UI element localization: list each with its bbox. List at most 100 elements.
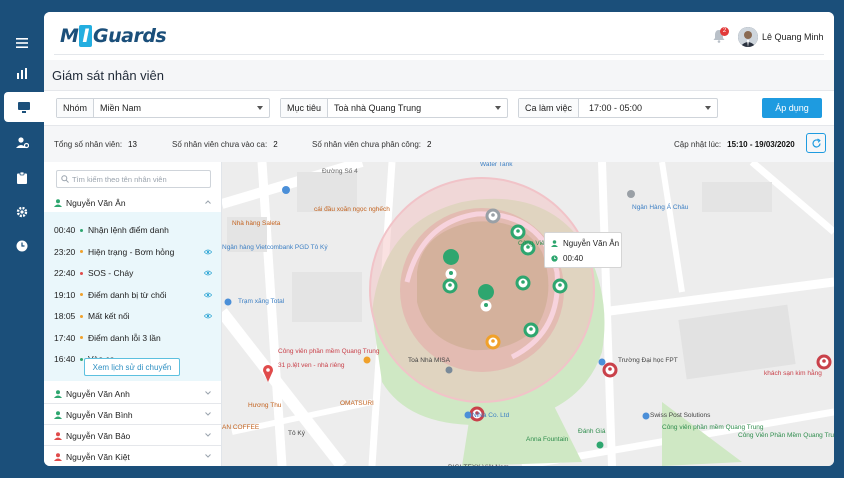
chevron-down-icon[interactable]: [205, 411, 211, 417]
timeline-event[interactable]: 23:20 Hiện trạng - Bơm hỏng: [54, 244, 214, 260]
person-icon: [54, 410, 62, 419]
notification-badge: 2: [720, 27, 729, 36]
timeline-event[interactable]: 18:05 Mất kết nối: [54, 308, 214, 324]
monitor-icon[interactable]: [4, 92, 44, 122]
status-dot: [80, 314, 83, 318]
avatar[interactable]: [738, 27, 758, 47]
employee-row[interactable]: Nguyễn Văn Kiệt: [44, 447, 221, 466]
group-select[interactable]: Nhóm Miền Nam: [56, 98, 270, 118]
map-label: Toà Nhà MISA: [408, 357, 450, 364]
employee-marker[interactable]: [552, 278, 568, 294]
status-dot: [80, 357, 83, 361]
gear-icon[interactable]: [0, 197, 44, 227]
map-label: Ngân Hàng Á Châu: [632, 204, 689, 211]
target-value: Toà nhà Quang Trung: [334, 103, 422, 113]
person-icon: [54, 431, 62, 440]
refresh-button[interactable]: [806, 133, 826, 153]
status-dot: [80, 271, 83, 275]
employee-marker[interactable]: [523, 322, 539, 338]
map-label: Hương Thu: [248, 402, 282, 409]
stat-not-in: Số nhân viên chưa vào ca: 2: [172, 140, 278, 149]
employee-row[interactable]: Nguyễn Văn Anh: [44, 384, 221, 404]
employee-row[interactable]: Nguyễn Văn Bình: [44, 405, 221, 425]
timeline-event[interactable]: 22:40 SOS - Cháy: [54, 265, 214, 281]
map-label: Công viên phần mềm Quang Trung: [278, 348, 380, 355]
employee-marker[interactable]: [510, 224, 526, 240]
user-name[interactable]: Lê Quang Minh: [762, 32, 824, 42]
employee-marker[interactable]: [816, 354, 832, 370]
map-label: Trường Đại học FPT: [618, 357, 678, 364]
employee-marker[interactable]: [442, 278, 458, 294]
chevron-down-icon[interactable]: [205, 432, 211, 438]
map-tooltip: Nguyễn Văn Ân 00:40: [544, 232, 622, 268]
app-logo[interactable]: M I Guards: [60, 25, 167, 47]
chevron-down-icon[interactable]: [205, 453, 211, 459]
event-time: 19:10: [54, 289, 76, 300]
map-label: khách sạn kim hằng: [764, 370, 822, 377]
eye-icon[interactable]: [204, 249, 212, 255]
event-time: 00:40: [54, 225, 76, 235]
stat-total-label: Tổng số nhân viên:: [54, 140, 123, 149]
employee-row-expanded[interactable]: Nguyễn Văn Ân: [44, 193, 221, 213]
tooltip-name: Nguyễn Văn Ân: [563, 239, 620, 248]
chevron-down-icon[interactable]: [205, 390, 211, 396]
person-icon: [54, 389, 62, 398]
employee-marker[interactable]: [485, 208, 501, 224]
eye-icon[interactable]: [204, 313, 212, 319]
apply-button[interactable]: Áp dụng: [762, 98, 822, 118]
eye-icon[interactable]: [204, 292, 212, 298]
divider: [54, 54, 824, 55]
search-input[interactable]: Tìm kiếm theo tên nhân viên: [56, 170, 211, 188]
main-card: M I Guards 2 Lê Quang Minh Giám sát nhân v…: [44, 12, 834, 466]
employee-row[interactable]: Nguyễn Văn Bảo: [44, 426, 221, 446]
employee-marker[interactable]: [515, 275, 531, 291]
map-label: DIGI-TEXX Việt Nam: [448, 464, 509, 466]
map-label: Trạm xăng Total: [238, 298, 285, 305]
group-label: Nhóm: [57, 99, 95, 117]
person-icon: [551, 240, 558, 247]
map-label: 31 p.lệt ven - nhà riêng: [278, 362, 345, 369]
timeline-event[interactable]: 19:10 Điểm danh bị từ chối: [54, 287, 214, 303]
employee-name: Nguyễn Văn Anh: [66, 388, 130, 399]
timeline-event[interactable]: 00:40 Nhận lệnh điểm danh: [54, 222, 214, 238]
chevron-down-icon: [257, 106, 263, 110]
employee-name: Nguyễn Văn Bình: [66, 409, 133, 420]
event-text: Điểm danh bị từ chối: [88, 289, 167, 300]
map-label: Đường Số 4: [322, 168, 358, 175]
map-view[interactable]: Water Tank Đường Số 4 cái đầu xoăn ngọc ng…: [222, 162, 834, 466]
stat-not-in-label: Số nhân viên chưa vào ca:: [172, 140, 268, 149]
employee-name: Nguyễn Văn Kiệt: [66, 451, 130, 462]
employee-marker[interactable]: [602, 362, 618, 378]
report-chart-icon[interactable]: [0, 58, 44, 88]
stat-unassigned-value: 2: [427, 140, 432, 149]
clock-icon[interactable]: [0, 231, 44, 261]
employee-name: Nguyễn Văn Bảo: [66, 430, 131, 441]
chevron-up-icon[interactable]: [205, 199, 211, 205]
map-label: Nhà hàng Saleta: [232, 220, 281, 227]
eye-icon[interactable]: [204, 270, 212, 276]
status-dot: [80, 250, 83, 253]
map-label: OMATSURI: [340, 400, 374, 407]
history-button[interactable]: Xem lịch sử di chuyển: [84, 358, 180, 376]
clipboard-icon[interactable]: [0, 163, 44, 193]
page-title: Giám sát nhân viên: [52, 68, 165, 83]
last-updated: Cập nhật lúc: 15:10 - 19/03/2020: [674, 140, 795, 149]
event-time: 16:40: [54, 354, 76, 364]
search-icon: [61, 175, 69, 183]
target-select[interactable]: Mục tiêu Toà nhà Quang Trung: [280, 98, 508, 118]
filter-bar: Nhóm Miền Nam Mục tiêu Toà nhà Quang Tru…: [44, 90, 834, 126]
stat-not-in-value: 2: [273, 140, 278, 149]
stat-total-value: 13: [128, 140, 137, 149]
timeline-event[interactable]: 17:40 Điểm danh lỗi 3 lần: [54, 330, 214, 346]
event-timeline: 00:40 Nhận lệnh điểm danh 23:20 Hiện trạng …: [44, 212, 221, 381]
map-label: cái đầu xoăn ngọc nghếch: [314, 206, 390, 213]
map-label: NiNa Co. Ltd: [472, 412, 510, 419]
chevron-down-icon: [705, 106, 711, 110]
employee-name: Nguyễn Văn Ân: [66, 197, 126, 208]
shift-select[interactable]: Ca làm việc 17:00 - 05:00: [518, 98, 718, 118]
menu-icon[interactable]: [0, 28, 44, 58]
map-label: Anna Fountain: [526, 436, 569, 443]
users-settings-icon[interactable]: [0, 128, 44, 158]
employee-marker[interactable]: [485, 334, 501, 350]
event-time: 18:05: [54, 311, 76, 321]
